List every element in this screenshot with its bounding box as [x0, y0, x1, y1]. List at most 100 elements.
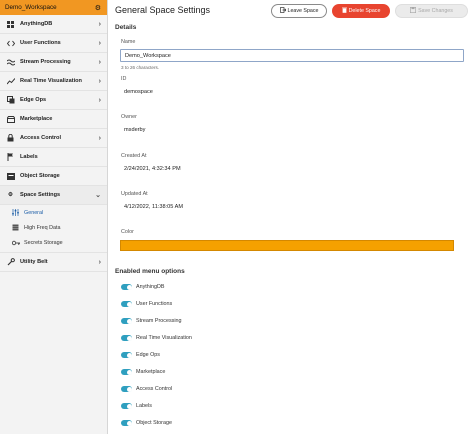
gear-icon[interactable]: ⚙	[95, 4, 101, 12]
name-input[interactable]: Demo_Workspace	[120, 49, 464, 62]
sidebar-item-space-settings[interactable]: ⚙ Space Settings ⌄	[0, 186, 107, 205]
menu-option-edge-ops[interactable]: Edge Ops	[121, 350, 160, 360]
toggle-switch[interactable]	[121, 369, 132, 375]
key-icon	[11, 238, 20, 247]
updated-at-label: Updated At	[121, 191, 148, 197]
sidebar-item-label: Access Control	[20, 135, 62, 141]
lock-icon	[6, 134, 15, 143]
toggle-switch[interactable]	[121, 352, 132, 358]
gear-icon: ⚙	[7, 192, 13, 198]
sidebar-item-stream-processing[interactable]: Stream Processing ›	[0, 53, 107, 72]
trash-icon	[341, 7, 347, 15]
updated-at-value: 4/12/2022, 11:38:05 AM	[124, 204, 183, 210]
leave-space-button[interactable]: Leave Space	[271, 4, 327, 18]
menu-option-user-functions[interactable]: User Functions	[121, 299, 172, 309]
toggle-switch[interactable]	[121, 284, 132, 290]
sidebar-item-label: Space Settings	[20, 192, 61, 198]
created-at-value: 2/24/2021, 4:32:34 PM	[124, 166, 181, 172]
toggle-switch[interactable]	[121, 386, 132, 392]
menu-option-anythingdb[interactable]: AnythingDB	[121, 282, 164, 292]
chevron-right-icon: ›	[98, 134, 101, 142]
chevron-right-icon: ›	[98, 39, 101, 47]
sidebar-item-label: Stream Processing	[20, 59, 71, 65]
sidebar-nav: AnythingDB › User Functions › Stream Pro…	[0, 15, 107, 272]
workspace-name: Demo_Workspace	[5, 4, 57, 11]
page-header: General Space Settings Leave Space Delet…	[109, 0, 474, 24]
menu-option-marketplace[interactable]: Marketplace	[121, 367, 165, 377]
menu-option-object-storage[interactable]: Object Storage	[121, 418, 172, 428]
space-settings-submenu: General High Freq Data Secrets Storage	[0, 205, 107, 253]
delete-space-button[interactable]: Delete Space	[332, 4, 390, 18]
sidebar-item-utility-belt[interactable]: Utility Belt ›	[0, 253, 107, 272]
menu-option-label: Real Time Visualization	[136, 335, 192, 341]
sidebar-subitem-label: General	[24, 209, 44, 216]
sidebar-item-label: Edge Ops	[20, 97, 47, 103]
sidebar-item-labels[interactable]: Labels	[0, 148, 107, 167]
store-icon	[6, 115, 15, 124]
menu-option-label: Access Control	[136, 386, 173, 392]
sidebar-subitem-label: Secrets Storage	[24, 239, 63, 246]
owner-value: msderby	[124, 127, 146, 133]
menu-options-heading: Enabled menu options	[115, 268, 185, 275]
leave-space-label: Leave Space	[287, 8, 319, 14]
flag-icon	[6, 153, 15, 162]
toggle-switch[interactable]	[121, 335, 132, 341]
menu-option-label: Stream Processing	[136, 318, 182, 324]
name-help-text: 3 to 26 characters.	[121, 65, 160, 70]
details-heading: Details	[115, 24, 137, 31]
sidebar-item-anythingdb[interactable]: AnythingDB ›	[0, 15, 107, 34]
sidebar-item-label: Utility Belt	[20, 259, 48, 265]
menu-option-stream-processing[interactable]: Stream Processing	[121, 316, 182, 326]
menu-option-label: Object Storage	[136, 420, 172, 426]
sliders-icon	[11, 208, 20, 217]
sidebar-item-high-freq-data[interactable]: High Freq Data	[0, 220, 107, 235]
save-changes-button[interactable]: Save Changes	[395, 4, 468, 18]
toggle-switch[interactable]	[121, 318, 132, 324]
chevron-right-icon: ›	[98, 96, 101, 104]
sidebar-item-secrets-storage[interactable]: Secrets Storage	[0, 235, 107, 250]
exit-icon	[279, 7, 287, 15]
sidebar-item-access-control[interactable]: Access Control ›	[0, 129, 107, 148]
menu-option-label: Marketplace	[136, 369, 166, 375]
color-label: Color	[121, 229, 134, 235]
sidebar-item-user-functions[interactable]: User Functions ›	[0, 34, 107, 53]
sidebar-item-label: Real Time Visualization	[20, 78, 82, 84]
sidebar-item-edge-ops[interactable]: Edge Ops ›	[0, 91, 107, 110]
delete-space-label: Delete Space	[348, 8, 381, 14]
tools-icon	[6, 258, 15, 267]
menu-option-access-control[interactable]: Access Control	[121, 384, 172, 394]
sidebar-item-label: Object Storage	[20, 173, 60, 179]
chart-icon	[6, 77, 15, 86]
name-label: Name	[121, 39, 136, 45]
sidebar-item-real-time-visualization[interactable]: Real Time Visualization ›	[0, 72, 107, 91]
chevron-down-icon: ⌄	[95, 192, 101, 199]
created-at-label: Created At	[121, 153, 147, 159]
color-swatch[interactable]	[120, 240, 454, 251]
chevron-right-icon: ›	[98, 258, 101, 266]
sidebar-item-label: Marketplace	[20, 116, 53, 122]
chevron-right-icon: ›	[98, 58, 101, 66]
grid-icon	[6, 20, 15, 29]
toggle-switch[interactable]	[121, 403, 132, 409]
toggle-switch[interactable]	[121, 420, 132, 426]
id-value: demospace	[124, 89, 153, 95]
menu-option-label: Edge Ops	[136, 352, 160, 358]
layers-icon	[6, 96, 15, 105]
workspace-header[interactable]: Demo_Workspace ⚙	[0, 0, 107, 15]
sidebar-item-marketplace[interactable]: Marketplace	[0, 110, 107, 129]
owner-label: Owner	[121, 114, 137, 120]
menu-option-label: AnythingDB	[136, 284, 165, 290]
sidebar-item-general[interactable]: General	[0, 205, 107, 220]
sidebar-item-object-storage[interactable]: Object Storage	[0, 167, 107, 186]
main-content: General Space Settings Leave Space Delet…	[109, 0, 474, 434]
sidebar: Demo_Workspace ⚙ AnythingDB › User Funct…	[0, 0, 108, 434]
sidebar-item-label: User Functions	[20, 40, 61, 46]
menu-option-labels[interactable]: Labels	[121, 401, 152, 411]
save-changes-label: Save Changes	[418, 8, 453, 14]
toggle-switch[interactable]	[121, 301, 132, 307]
menu-option-real-time-visualization[interactable]: Real Time Visualization	[121, 333, 192, 343]
database-icon	[11, 223, 20, 232]
save-icon	[410, 6, 417, 15]
storage-icon	[6, 172, 15, 181]
sidebar-item-label: Labels	[20, 154, 38, 160]
